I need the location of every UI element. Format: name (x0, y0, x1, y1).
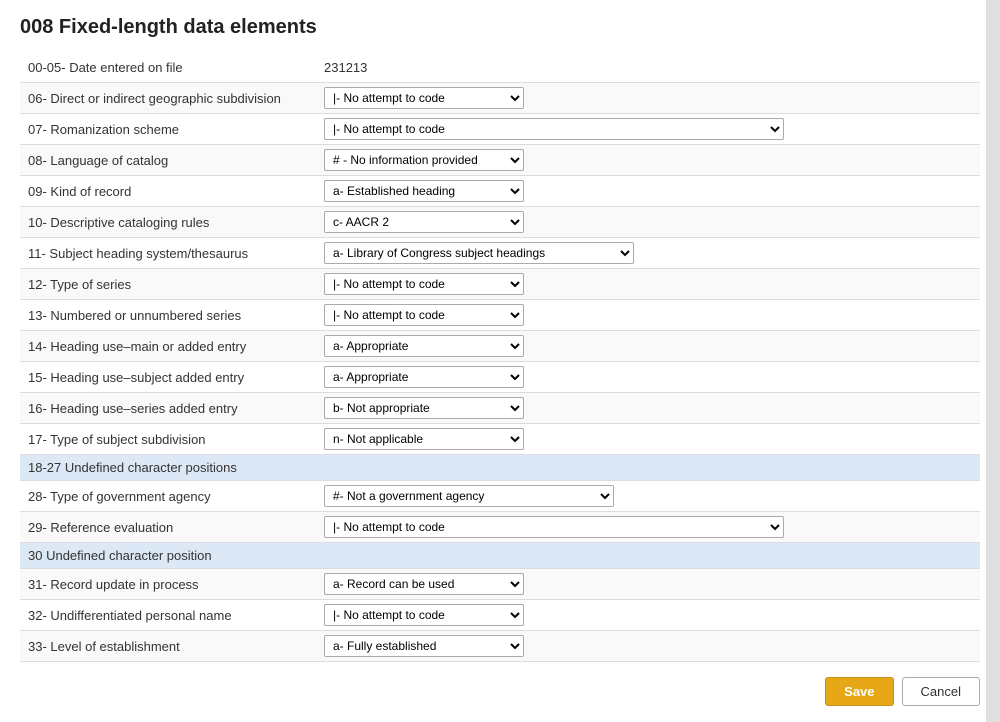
table-row: 13- Numbered or unnumbered series|- No a… (20, 300, 980, 331)
row-label: 11- Subject heading system/thesaurus (20, 238, 320, 269)
row-value[interactable]: |- No attempt to codea- Monographic seri… (320, 269, 980, 300)
row-label: 28- Type of government agency (20, 481, 320, 512)
row-value[interactable]: a- Library of Congress subject headingsb… (320, 238, 980, 269)
row-value[interactable]: a- Fully establishedb- Memorandumc- Prov… (320, 631, 980, 662)
row-value[interactable]: |- No attempt to codea- Numberedb- Unnum… (320, 300, 980, 331)
table-row: 32- Undifferentiated personal name|- No … (20, 600, 980, 631)
row-label: 32- Undifferentiated personal name (20, 600, 320, 631)
row-value[interactable]: a- Appropriateb- Not appropriate (320, 362, 980, 393)
row-value[interactable]: |- No attempt to codea- Tracing correctb… (320, 512, 980, 543)
row-value[interactable]: c- AACR 2a- Earlier rulesb- AACR (320, 207, 980, 238)
select-field[interactable]: |- No attempt to codea- Basic Romanb- No… (324, 118, 784, 140)
row-value[interactable]: #- Not a government agencya- Internation… (320, 481, 980, 512)
table-row: 16- Heading use–series added entrya- App… (20, 393, 980, 424)
row-value[interactable]: a- Appropriateb- Not appropriate (320, 331, 980, 362)
row-value[interactable]: |- No attempt to codea- Basic Romanb- No… (320, 114, 980, 145)
table-row: 07- Romanization scheme|- No attempt to … (20, 114, 980, 145)
table-row: 10- Descriptive cataloging rulesc- AACR … (20, 207, 980, 238)
row-label: 10- Descriptive cataloging rules (20, 207, 320, 238)
row-label: 09- Kind of record (20, 176, 320, 207)
scrollbar[interactable] (986, 0, 1000, 722)
row-label: 29- Reference evaluation (20, 512, 320, 543)
select-field[interactable]: |- No attempt to codea- Differentiatedb-… (324, 604, 524, 626)
table-row: 11- Subject heading system/thesaurusa- L… (20, 238, 980, 269)
row-label: 07- Romanization scheme (20, 114, 320, 145)
table-row: 12- Type of series|- No attempt to codea… (20, 269, 980, 300)
select-field[interactable]: a- Appropriateb- Not appropriate (324, 397, 524, 419)
row-label: 13- Numbered or unnumbered series (20, 300, 320, 331)
table-row: 14- Heading use–main or added entrya- Ap… (20, 331, 980, 362)
row-label: 08- Language of catalog (20, 145, 320, 176)
select-field[interactable]: a- Appropriateb- Not appropriate (324, 335, 524, 357)
row-label: 15- Heading use–subject added entry (20, 362, 320, 393)
select-field[interactable]: |- No attempt to codea- Tracing correctb… (324, 516, 784, 538)
row-value[interactable]: n- Not applicablea- Topicalb- Form (320, 424, 980, 455)
row-label: 17- Type of subject subdivision (20, 424, 320, 455)
select-field[interactable]: n- Not applicablea- Topicalb- Form (324, 428, 524, 450)
section-header-label: 30 Undefined character position (20, 543, 980, 569)
row-value[interactable]: |- No attempt to codea- Differentiatedb-… (320, 600, 980, 631)
table-row: 17- Type of subject subdivisionn- Not ap… (20, 424, 980, 455)
row-label: 14- Heading use–main or added entry (20, 331, 320, 362)
row-label: 00-05- Date entered on file (20, 53, 320, 83)
main-container: 008 Fixed-length data elements 00-05- Da… (0, 0, 1000, 722)
table-row: 09- Kind of recorda- Established heading… (20, 176, 980, 207)
table-row: 31- Record update in processa- Record ca… (20, 569, 980, 600)
select-field[interactable]: a- Fully establishedb- Memorandumc- Prov… (324, 635, 524, 657)
row-value[interactable]: |- No attempt to codea- Indirectb- Direc… (320, 83, 980, 114)
select-field[interactable]: a- Appropriateb- Not appropriate (324, 366, 524, 388)
data-table: 00-05- Date entered on file23121306- Dir… (20, 53, 980, 662)
row-label: 16- Heading use–series added entry (20, 393, 320, 424)
select-field[interactable]: a- Record can be usedb- Record in proces… (324, 573, 524, 595)
select-field[interactable]: #- Not a government agencya- Internation… (324, 485, 614, 507)
row-value: 231213 (320, 53, 980, 83)
section-header-label: 18-27 Undefined character positions (20, 455, 980, 481)
select-field[interactable]: |- No attempt to codea- Monographic seri… (324, 273, 524, 295)
table-row: 08- Language of catalog# - No informatio… (20, 145, 980, 176)
table-row: 00-05- Date entered on file231213 (20, 53, 980, 83)
table-row: 29- Reference evaluation|- No attempt to… (20, 512, 980, 543)
cancel-button[interactable]: Cancel (902, 677, 980, 706)
row-label: 06- Direct or indirect geographic subdiv… (20, 83, 320, 114)
table-row: 06- Direct or indirect geographic subdiv… (20, 83, 980, 114)
row-value[interactable]: a- Record can be usedb- Record in proces… (320, 569, 980, 600)
row-label: 12- Type of series (20, 269, 320, 300)
page-title: 008 Fixed-length data elements (20, 16, 980, 39)
select-field[interactable]: a- Library of Congress subject headingsb… (324, 242, 634, 264)
select-field[interactable]: |- No attempt to codea- Indirectb- Direc… (324, 87, 524, 109)
row-value[interactable]: a- Established headingb- Untraced refc- … (320, 176, 980, 207)
table-row: 18-27 Undefined character positions (20, 455, 980, 481)
save-button[interactable]: Save (825, 677, 893, 706)
text-value: 231213 (324, 57, 367, 78)
table-row: 28- Type of government agency#- Not a go… (20, 481, 980, 512)
select-field[interactable]: a- Established headingb- Untraced refc- … (324, 180, 524, 202)
table-row: 30 Undefined character position (20, 543, 980, 569)
select-field[interactable]: c- AACR 2a- Earlier rulesb- AACR (324, 211, 524, 233)
row-value[interactable]: a- Appropriateb- Not appropriate (320, 393, 980, 424)
select-field[interactable]: # - No information providede- Englishf- … (324, 149, 524, 171)
row-value[interactable]: # - No information providede- Englishf- … (320, 145, 980, 176)
row-label: 31- Record update in process (20, 569, 320, 600)
footer-buttons: Save Cancel (825, 677, 980, 706)
select-field[interactable]: |- No attempt to codea- Numberedb- Unnum… (324, 304, 524, 326)
row-label: 33- Level of establishment (20, 631, 320, 662)
table-row: 15- Heading use–subject added entrya- Ap… (20, 362, 980, 393)
table-row: 33- Level of establishmenta- Fully estab… (20, 631, 980, 662)
